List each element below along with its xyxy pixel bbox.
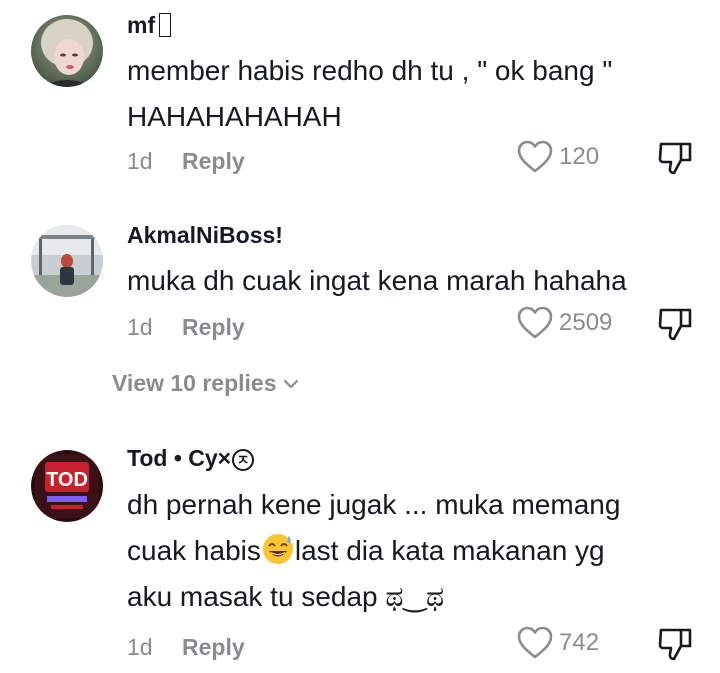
thumbs-down-icon <box>658 142 692 175</box>
username[interactable]: mf <box>127 12 172 39</box>
avatar-image <box>31 225 103 297</box>
avatar-logo-text: TOD <box>46 469 88 491</box>
like-button[interactable]: 742 <box>517 626 599 660</box>
username[interactable]: Tod • Cy× ㅈ <box>127 445 255 472</box>
reply-button[interactable]: Reply <box>182 634 245 661</box>
avatar-image: TOD <box>31 450 103 522</box>
comment-text-segment: last dia kata makanan yg <box>294 535 605 566</box>
comment-date: 1d <box>127 148 153 174</box>
comment-text: muka dh cuak ingat kena marah hahaha <box>127 258 697 304</box>
comment-text-line: cuak habis last dia kata makanan yg <box>127 528 697 574</box>
like-button[interactable]: 120 <box>517 140 599 174</box>
comment-text-line: HAHAHAHAHAH <box>127 101 342 132</box>
comment-text-line: dh pernah kene jugak ... muka memang <box>127 489 621 520</box>
avatar[interactable] <box>31 15 103 87</box>
heart-outline-icon <box>517 626 553 659</box>
username-text: Tod • Cy× <box>127 445 232 471</box>
username-text: mf <box>127 12 156 38</box>
view-replies-button[interactable]: View 10 replies <box>112 370 299 397</box>
like-button[interactable]: 2509 <box>517 306 612 340</box>
thumbs-down-icon <box>658 628 692 661</box>
dislike-button[interactable] <box>657 140 693 181</box>
username[interactable]: AkmalNiBoss! <box>127 222 283 249</box>
avatar[interactable] <box>31 225 103 297</box>
heart-outline-icon <box>517 306 553 339</box>
comment-text-line: member habis redho dh tu , " ok bang " <box>127 55 613 86</box>
unsupported-glyph-icon <box>159 13 172 37</box>
like-count: 742 <box>559 629 600 656</box>
like-count: 2509 <box>559 309 613 336</box>
comment-text: dh pernah kene jugak ... muka memang cua… <box>127 482 697 620</box>
dislike-button[interactable] <box>657 626 693 667</box>
grinning-sweat-emoji-icon <box>262 534 293 564</box>
dislike-button[interactable] <box>657 306 693 347</box>
comment-date: 1d <box>127 634 153 660</box>
circled-badge: ㅈ <box>232 449 255 471</box>
comment-text-segment: cuak habis <box>127 535 261 566</box>
reply-button[interactable]: Reply <box>182 148 245 175</box>
avatar-image <box>31 15 103 87</box>
comment-text-line: muka dh cuak ingat kena marah hahaha <box>127 265 627 296</box>
like-count: 120 <box>559 143 600 170</box>
thumbs-down-icon <box>658 308 692 341</box>
comment-date: 1d <box>127 314 153 340</box>
reply-button[interactable]: Reply <box>182 314 245 341</box>
comment-text-line: aku masak tu sedap ಥ‿ಥ <box>127 581 445 612</box>
avatar[interactable]: TOD <box>31 450 103 522</box>
comment-text: member habis redho dh tu , " ok bang " H… <box>127 48 697 140</box>
view-replies-label: View 10 replies <box>112 370 277 396</box>
heart-outline-icon <box>517 140 553 173</box>
chevron-down-icon <box>283 379 298 388</box>
